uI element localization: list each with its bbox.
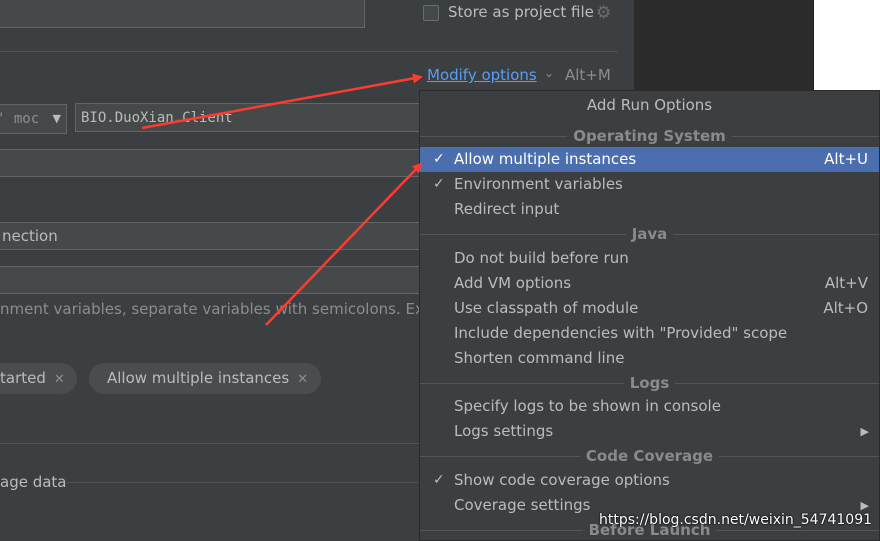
menu-item-label: Redirect input [454,200,560,218]
menu-item-add-vm-options[interactable]: Add VM options Alt+V [420,271,879,296]
menu-item-shortcut: Alt+O [823,299,868,317]
name-field[interactable] [0,0,365,28]
gear-icon[interactable]: ⚙ [596,3,611,23]
menu-item-logs-settings[interactable]: Logs settings ▶ [420,419,879,444]
section-header-label: Code Coverage [579,447,720,465]
connection-field[interactable]: nection [0,222,438,250]
add-run-options-popup: Add Run Options Operating System ✓ Allow… [419,90,880,541]
popup-title: Add Run Options [586,96,713,114]
section-divider [0,51,618,52]
check-icon: ✓ [433,151,445,167]
chevron-down-icon[interactable]: ⌄ [544,66,554,80]
menu-item-shortcut: Alt+V [824,274,868,292]
menu-item-label: Show code coverage options [454,471,670,489]
module-combobox[interactable]: ' moc ▼ [0,104,67,134]
section-header-label: Java [625,225,674,243]
menu-item-label: Use classpath of module [454,299,639,317]
menu-item-environment-variables[interactable]: ✓ Environment variables [420,172,879,197]
option-chip-started[interactable]: tarted ✕ [0,363,77,394]
section-header-label: Operating System [567,127,732,145]
menu-item-allow-multiple-instances[interactable]: ✓ Allow multiple instances Alt+U [420,147,879,172]
menu-item-redirect-input[interactable]: Redirect input [420,197,879,222]
chip-label: Allow multiple instances [107,369,290,387]
menu-item-specify-logs[interactable]: Specify logs to be shown in console [420,394,879,419]
menu-item-shortcut: Alt+U [824,150,868,168]
chip-label: tarted [0,369,46,387]
menu-item-include-dependencies[interactable]: Include dependencies with "Provided" sco… [420,321,879,346]
menu-item-label: Allow multiple instances [454,150,637,168]
option-chip-allow-multiple-instances[interactable]: Allow multiple instances ✕ [89,363,321,394]
menu-item-show-code-coverage-options[interactable]: ✓ Show code coverage options [420,468,879,493]
section-header-operating-system: Operating System [420,126,879,146]
menu-item-label: Include dependencies with "Provided" sco… [454,324,788,342]
section-header-code-coverage: Code Coverage [420,446,879,466]
section-divider [66,482,418,483]
menu-item-label: Add VM options [454,274,572,292]
section-header-label: Logs [623,374,676,392]
dropdown-arrow-icon[interactable]: ▼ [53,105,61,133]
check-icon: ✓ [433,176,445,192]
watermark: https://blog.csdn.net/weixin_54741091 [599,512,873,528]
menu-item-label: Do not build before run [454,249,629,267]
environment-variables-hint: nment variables, separate variables with… [0,300,448,318]
menu-item-label: Environment variables [454,175,623,193]
menu-item-label: Shorten command line [454,349,625,367]
section-header-logs: Logs [420,373,879,393]
environment-variables-field[interactable] [0,266,438,294]
check-icon: ✓ [433,472,445,488]
program-arguments-field[interactable] [0,149,438,177]
section-header-java: Java [420,224,879,244]
modify-options-link[interactable]: Modify options [427,66,537,84]
menu-item-do-not-build-before-run[interactable]: Do not build before run [420,246,879,271]
main-class-field[interactable]: BIO.DuoXian.Client [75,103,435,132]
coverage-section-label: age data [0,473,67,491]
close-icon[interactable]: ✕ [54,372,65,387]
menu-item-label: Coverage settings [454,496,591,514]
menu-item-label: Specify logs to be shown in console [454,397,721,415]
menu-item-use-classpath-of-module[interactable]: Use classpath of module Alt+O [420,296,879,321]
menu-item-label: Logs settings [454,422,554,440]
submenu-arrow-icon: ▶ [860,425,869,438]
modify-options-shortcut: Alt+M [565,66,611,84]
close-icon[interactable]: ✕ [297,372,308,387]
menu-item-shorten-command-line[interactable]: Shorten command line [420,346,879,371]
store-as-project-file-label[interactable]: Store as project file [448,3,594,21]
store-as-project-file-checkbox[interactable] [423,5,439,21]
module-combobox-value: ' moc [0,111,40,127]
